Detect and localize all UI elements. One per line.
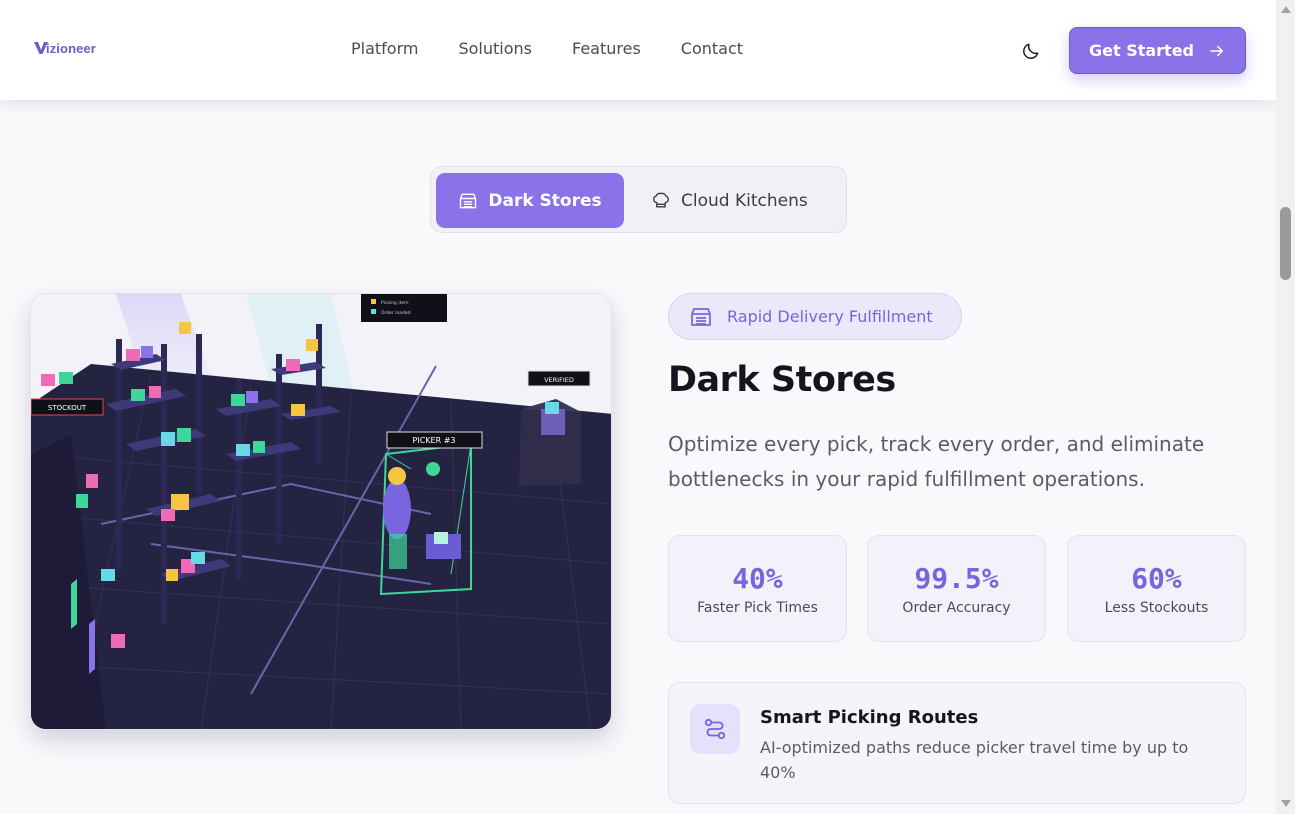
badge-label: Rapid Delivery Fulfillment	[727, 307, 933, 326]
store-icon	[691, 307, 711, 326]
stat-value: 99.5%	[914, 561, 999, 595]
tab-cloud-kitchens[interactable]: Cloud Kitchens	[651, 173, 831, 228]
logo-text: izioneer	[46, 40, 96, 56]
nav-platform[interactable]: Platform	[351, 39, 418, 58]
stat-value: 40%	[732, 561, 783, 595]
site-header: izioneer Platform Solutions Features Con…	[0, 0, 1276, 100]
scene-legend: Picking item Order loaded	[361, 294, 447, 322]
feature-description: AI-optimized paths reduce picker travel …	[760, 738, 1189, 782]
scroll-down-arrow[interactable]	[1281, 800, 1291, 807]
nav-solutions[interactable]: Solutions	[458, 39, 532, 58]
stockout-label: STOCKOUT	[31, 398, 104, 416]
svg-text:Picking item: Picking item	[381, 300, 409, 306]
get-started-button[interactable]: Get Started	[1069, 27, 1246, 74]
section-title: Dark Stores	[668, 360, 896, 400]
chef-hat-icon	[652, 192, 670, 208]
stat-label: Less Stockouts	[1104, 599, 1209, 616]
category-badge: Rapid Delivery Fulfillment	[668, 293, 962, 340]
arrow-right-icon	[1210, 45, 1223, 56]
svg-text:VERIFIED: VERIFIED	[544, 376, 574, 384]
svg-text:Order loaded: Order loaded	[381, 310, 411, 316]
get-started-label: Get Started	[1088, 41, 1194, 60]
stat-card: 40% Faster Pick Times	[668, 535, 847, 642]
svg-text:STOCKOUT: STOCKOUT	[48, 404, 87, 412]
main-nav: Platform Solutions Features Contact	[351, 39, 743, 58]
scroll-up-arrow[interactable]	[1281, 6, 1291, 13]
logo[interactable]: izioneer	[33, 40, 96, 56]
stat-value: 60%	[1131, 561, 1182, 595]
store-icon	[460, 193, 477, 208]
svg-text:PICKER #3: PICKER #3	[413, 436, 456, 445]
stat-label: Faster Pick Times	[697, 599, 818, 616]
dark-store-3d-scene[interactable]: STOCKOUT Picking item Order loaded PICKE…	[30, 293, 612, 730]
scene-illustration: STOCKOUT Picking item Order loaded PICKE…	[31, 294, 611, 729]
feature-title: Smart Picking Routes	[760, 707, 979, 728]
section-description: Optimize every pick, track every order, …	[668, 432, 1205, 491]
scrollbar-thumb[interactable]	[1280, 207, 1291, 280]
scrollbar-track[interactable]	[1276, 0, 1295, 814]
route-icon	[704, 718, 726, 740]
moon-icon	[1023, 43, 1039, 59]
feature-card[interactable]: Smart Picking Routes AI-optimized paths …	[668, 682, 1246, 804]
stat-label: Order Accuracy	[902, 599, 1011, 616]
nav-features[interactable]: Features	[572, 39, 641, 58]
tab-dark-stores-label: Dark Stores	[488, 190, 602, 211]
tab-cloud-kitchens-label: Cloud Kitchens	[681, 190, 808, 211]
theme-toggle-button[interactable]	[1019, 39, 1043, 63]
solution-tabs: Dark Stores Cloud Kitchens	[430, 166, 847, 233]
tab-dark-stores[interactable]: Dark Stores	[436, 173, 624, 228]
nav-contact[interactable]: Contact	[681, 39, 743, 58]
feature-icon-box	[690, 704, 740, 754]
stat-card: 60% Less Stockouts	[1067, 535, 1246, 642]
stat-card: 99.5% Order Accuracy	[867, 535, 1046, 642]
